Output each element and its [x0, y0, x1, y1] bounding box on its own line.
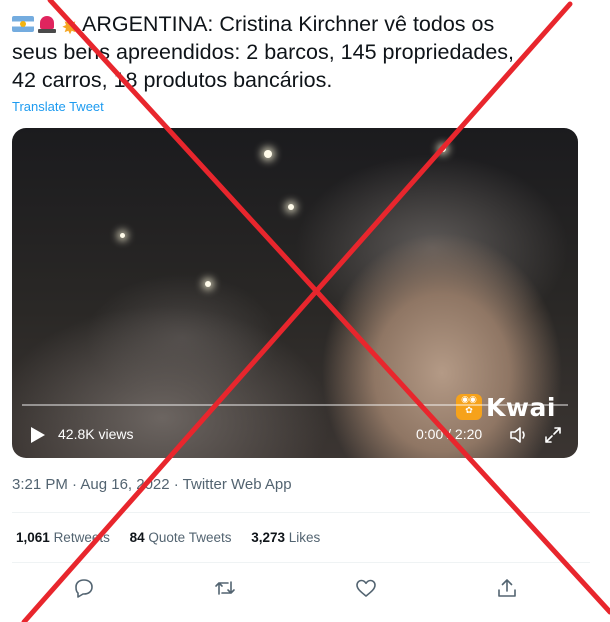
- retweet-icon[interactable]: [214, 577, 236, 599]
- tweet-text-line-1-text: ARGENTINA: Cristina Kirchner vê todos os: [82, 12, 495, 36]
- likes-label: Likes: [288, 530, 321, 545]
- likes-count: 3,273: [251, 530, 286, 545]
- police-light-icon: [37, 14, 57, 34]
- argentina-flag-icon: [12, 16, 34, 32]
- tweet-text: ✸ ARGENTINA: Cristina Kirchner vê todos o…: [12, 10, 602, 94]
- like-icon[interactable]: [355, 577, 377, 599]
- tweet-timestamp[interactable]: 3:21 PM · Aug 16, 2022 · Twitter Web App: [12, 476, 292, 493]
- reply-icon[interactable]: [73, 577, 95, 599]
- share-icon[interactable]: [496, 577, 518, 599]
- tweet-text-line-3: 42 carros, 18 produtos bancários.: [12, 68, 333, 92]
- retweets-label: Retweets: [53, 530, 110, 545]
- volume-icon[interactable]: [509, 425, 529, 445]
- video-light: [440, 146, 446, 152]
- tweet-text-line-2: seus bens apreendidos: 2 barcos, 145 pro…: [12, 40, 515, 64]
- kwai-watermark: ◉◉ ✿ Kwai: [456, 392, 571, 426]
- collision-icon: ✸: [61, 17, 79, 39]
- kwai-badge-icon: ◉◉ ✿: [456, 394, 482, 420]
- video-progress-bar[interactable]: [22, 404, 568, 406]
- expand-icon[interactable]: [543, 425, 563, 445]
- likes-stat[interactable]: 3,273 Likes: [251, 530, 320, 545]
- video-light: [288, 204, 294, 210]
- video-light: [205, 281, 211, 287]
- video-time: 0:00 / 2:20: [416, 426, 483, 442]
- tweet-stats: 1,061 Retweets 84 Quote Tweets 3,273 Lik…: [16, 530, 336, 545]
- quote-tweets-label: Quote Tweets: [148, 530, 232, 545]
- video-player[interactable]: ◉◉ ✿ Kwai 42.8K views 0:00 / 2:20: [12, 128, 578, 458]
- video-view-count: 42.8K views: [58, 426, 134, 442]
- quote-tweets-count: 84: [129, 530, 145, 545]
- translate-tweet-link[interactable]: Translate Tweet: [12, 99, 104, 114]
- divider: [12, 562, 590, 563]
- play-icon[interactable]: [30, 426, 46, 444]
- tweet-text-line-1: ✸ ARGENTINA: Cristina Kirchner vê todos o…: [12, 10, 602, 38]
- video-light: [264, 150, 272, 158]
- retweets-stat[interactable]: 1,061 Retweets: [16, 530, 110, 545]
- retweets-count: 1,061: [16, 530, 50, 545]
- kwai-wordmark: Kwai: [486, 393, 556, 422]
- quote-tweets-stat[interactable]: 84 Quote Tweets: [130, 530, 232, 545]
- video-light: [120, 233, 125, 238]
- divider: [12, 512, 590, 513]
